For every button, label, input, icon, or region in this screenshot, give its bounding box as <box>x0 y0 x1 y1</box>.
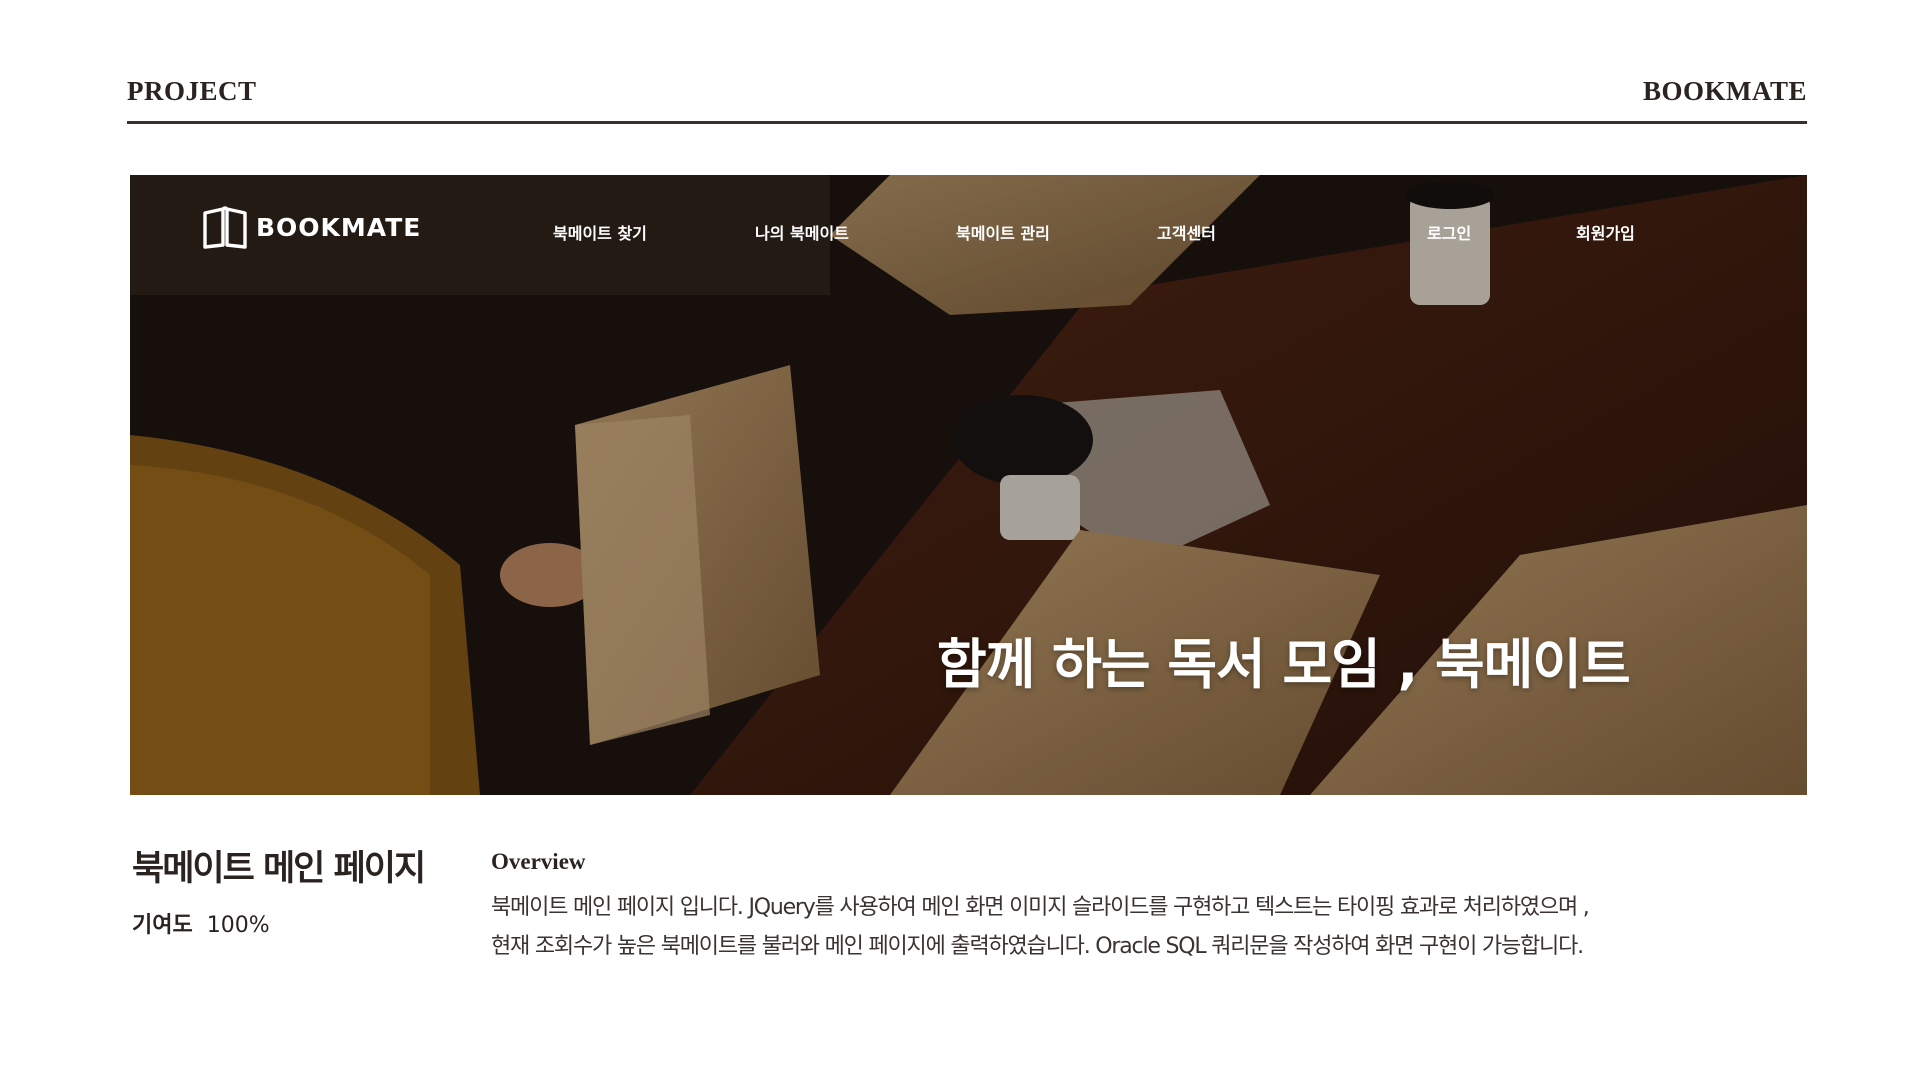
project-title: 북메이트 메인 페이지 <box>132 849 426 889</box>
hero-dark-overlay <box>130 175 1807 795</box>
nav-find-bookmate[interactable]: 북메이트 찾기 <box>553 220 647 244</box>
section-label: PROJECT <box>127 76 257 106</box>
overview-description: 북메이트 메인 페이지 입니다. JQuery를 사용하여 메인 화면 이미지 … <box>491 888 1811 966</box>
site-nav: 북메이트 찾기 나의 북메이트 북메이트 관리 고객센터 로그인 회원가입 <box>130 220 1807 244</box>
contribution-label: 기여도 <box>132 913 193 938</box>
hero-slogan: 함께 하는 독서 모임 , 북메이트 <box>937 633 1631 696</box>
nav-login[interactable]: 로그인 <box>1427 220 1471 244</box>
nav-customer-center[interactable]: 고객센터 <box>1157 220 1216 244</box>
contribution: 기여도 100% <box>132 907 270 939</box>
contribution-value: 100% <box>206 913 270 938</box>
section-header: PROJECT BOOKMATE <box>127 76 1807 124</box>
nav-signup[interactable]: 회원가입 <box>1576 220 1635 244</box>
overview-line: 북메이트 메인 페이지 입니다. JQuery를 사용하여 메인 화면 이미지 … <box>491 895 1590 920</box>
nav-my-bookmate[interactable]: 나의 북메이트 <box>755 220 849 244</box>
overview-heading: Overview <box>491 849 586 874</box>
nav-manage-bookmate[interactable]: 북메이트 관리 <box>956 220 1050 244</box>
hero-screenshot: BOOKMATE 북메이트 찾기 나의 북메이트 북메이트 관리 고객센터 로그… <box>130 175 1807 795</box>
overview-line: 현재 조회수가 높은 북메이트를 불러와 메인 페이지에 출력하였습니다. Or… <box>491 934 1584 959</box>
project-name: BOOKMATE <box>1642 76 1807 106</box>
